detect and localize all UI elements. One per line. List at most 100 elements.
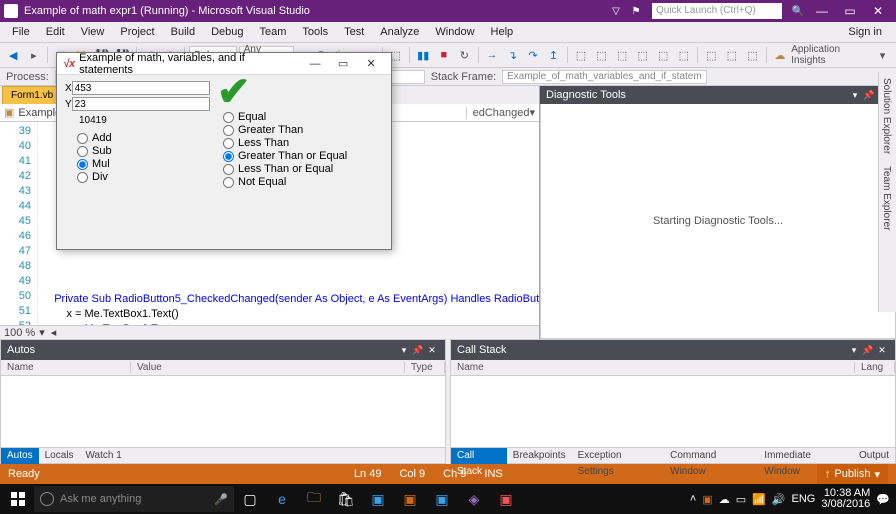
tool-icon-8[interactable]: ⬚	[702, 45, 721, 65]
store-icon[interactable]: 🛍	[330, 484, 362, 514]
app2-icon[interactable]: ▣	[394, 484, 426, 514]
flag-icon[interactable]: ⚑	[629, 4, 643, 18]
step-into-icon[interactable]: ↴	[503, 45, 522, 65]
minimize-button[interactable]: —	[808, 4, 836, 18]
cloud-icon[interactable]: ☁	[771, 45, 790, 65]
menu-analyze[interactable]: Analyze	[372, 26, 427, 38]
tab-form1-vb[interactable]: Form1.vb	[2, 86, 62, 104]
radio-sub[interactable]	[77, 146, 88, 157]
autos-col-value[interactable]: Value	[131, 362, 405, 373]
menu-tools[interactable]: Tools	[294, 26, 336, 38]
explorer-icon[interactable]: 🗀	[298, 484, 330, 514]
tray-clock[interactable]: 10:38 AM3/08/2016	[821, 488, 870, 510]
notify-down-icon[interactable]: ▽	[609, 4, 623, 18]
form-minimize-button[interactable]: —	[301, 58, 329, 70]
tray-up-icon[interactable]: ˄	[690, 493, 696, 505]
tab-immediate[interactable]: Immediate Window	[758, 448, 853, 464]
edge-icon[interactable]: e	[266, 484, 298, 514]
tab-output[interactable]: Output	[853, 448, 895, 464]
tray-lang[interactable]: ENG	[792, 493, 816, 505]
autos-close-icon[interactable]: ✕	[425, 345, 439, 356]
autos-pin-icon[interactable]: 📌	[411, 345, 425, 356]
solution-explorer-tab[interactable]: Solution Explorer	[879, 72, 894, 160]
diag-drop-icon[interactable]: ▾	[848, 90, 862, 101]
menu-team[interactable]: Team	[252, 26, 295, 38]
autos-drop-icon[interactable]: ▾	[397, 345, 411, 356]
insights-label[interactable]: Application Insights	[791, 44, 871, 66]
vs-taskbar-icon[interactable]: ◈	[458, 484, 490, 514]
menu-test[interactable]: Test	[336, 26, 372, 38]
app3-icon[interactable]: ▣	[426, 484, 458, 514]
step-out-icon[interactable]: ↥	[544, 45, 563, 65]
tool-icon-3[interactable]: ⬚	[592, 45, 611, 65]
radio-add[interactable]	[77, 133, 88, 144]
sign-in-link[interactable]: Sign in	[848, 26, 892, 38]
tool-icon-5[interactable]: ⬚	[633, 45, 652, 65]
pause-icon[interactable]: ▮▮	[414, 45, 433, 65]
editor-zoom[interactable]: 100 % ▾◂	[0, 325, 539, 339]
radio-div[interactable]	[77, 172, 88, 183]
autos-col-type[interactable]: Type	[405, 362, 445, 373]
nav-back-icon[interactable]: ◀	[4, 45, 23, 65]
tab-watch1[interactable]: Watch 1	[79, 448, 127, 464]
cortana-search[interactable]: Ask me anything🎤	[34, 486, 234, 512]
tab-locals[interactable]: Locals	[39, 448, 80, 464]
callstack-col-name[interactable]: Name	[451, 362, 855, 373]
tool-icon-9[interactable]: ⬚	[723, 45, 742, 65]
radio-gte[interactable]	[223, 151, 234, 162]
nav-fwd-icon[interactable]: ▸	[25, 45, 44, 65]
restart-icon[interactable]: ↻	[455, 45, 474, 65]
menu-window[interactable]: Window	[427, 26, 482, 38]
step-arrow-icon[interactable]: →	[483, 45, 502, 65]
publish-button[interactable]: ↑ Publish ▾	[817, 464, 888, 484]
start-button[interactable]	[2, 484, 34, 514]
menu-help[interactable]: Help	[483, 26, 522, 38]
tool-icon-4[interactable]: ⬚	[613, 45, 632, 65]
form-close-button[interactable]: ✕	[357, 57, 385, 70]
tool-icon-10[interactable]: ⬚	[743, 45, 762, 65]
callstack-pin-icon[interactable]: 📌	[861, 345, 875, 356]
tool-icon-7[interactable]: ⬚	[675, 45, 694, 65]
tab-breakpoints[interactable]: Breakpoints	[507, 448, 572, 464]
menu-debug[interactable]: Debug	[203, 26, 251, 38]
form-maximize-button[interactable]: ▭	[329, 57, 357, 70]
search-icon[interactable]: 🔍	[791, 4, 805, 18]
quick-launch-input[interactable]: Quick Launch (Ctrl+Q)	[652, 3, 782, 19]
callstack-drop-icon[interactable]: ▾	[847, 345, 861, 356]
tab-cmdwin[interactable]: Command Window	[664, 448, 758, 464]
radio-ne[interactable]	[223, 177, 234, 188]
stop-icon[interactable]: ■	[435, 45, 454, 65]
menu-file[interactable]: File	[4, 26, 38, 38]
restore-button[interactable]: ▭	[836, 4, 864, 18]
radio-gt[interactable]	[223, 125, 234, 136]
step-over-icon[interactable]: ↷	[524, 45, 543, 65]
insights-drop-icon[interactable]: ▾	[873, 45, 892, 65]
radio-lte[interactable]	[223, 164, 234, 175]
radio-equal[interactable]	[223, 112, 234, 123]
member-selector[interactable]: edChanged	[466, 107, 530, 119]
taskview-icon[interactable]: ▢	[234, 484, 266, 514]
status-ln: Ln 49	[354, 468, 382, 480]
team-explorer-tab[interactable]: Team Explorer	[879, 160, 894, 236]
radio-mul[interactable]	[77, 159, 88, 170]
y-input[interactable]	[72, 97, 210, 111]
app1-icon[interactable]: ▣	[362, 484, 394, 514]
x-input[interactable]	[72, 81, 210, 95]
tab-exceptions[interactable]: Exception Settings	[572, 448, 665, 464]
tab-autos[interactable]: Autos	[1, 448, 39, 464]
callstack-col-lang[interactable]: Lang	[855, 362, 895, 373]
stackframe-selector[interactable]: Example_of_math_variables_and_if_statem	[502, 70, 707, 84]
tool-icon-2[interactable]: ⬚	[572, 45, 591, 65]
app4-icon[interactable]: ▣	[490, 484, 522, 514]
tool-icon-6[interactable]: ⬚	[654, 45, 673, 65]
menu-build[interactable]: Build	[163, 26, 203, 38]
menu-view[interactable]: View	[73, 26, 113, 38]
close-button[interactable]: ✕	[864, 4, 892, 18]
menu-edit[interactable]: Edit	[38, 26, 73, 38]
diag-pin-icon[interactable]: 📌	[862, 90, 876, 101]
autos-col-name[interactable]: Name	[1, 362, 131, 373]
menu-project[interactable]: Project	[112, 26, 162, 38]
tab-callstack[interactable]: Call Stack	[451, 448, 507, 464]
radio-lt[interactable]	[223, 138, 234, 149]
callstack-close-icon[interactable]: ✕	[875, 345, 889, 356]
